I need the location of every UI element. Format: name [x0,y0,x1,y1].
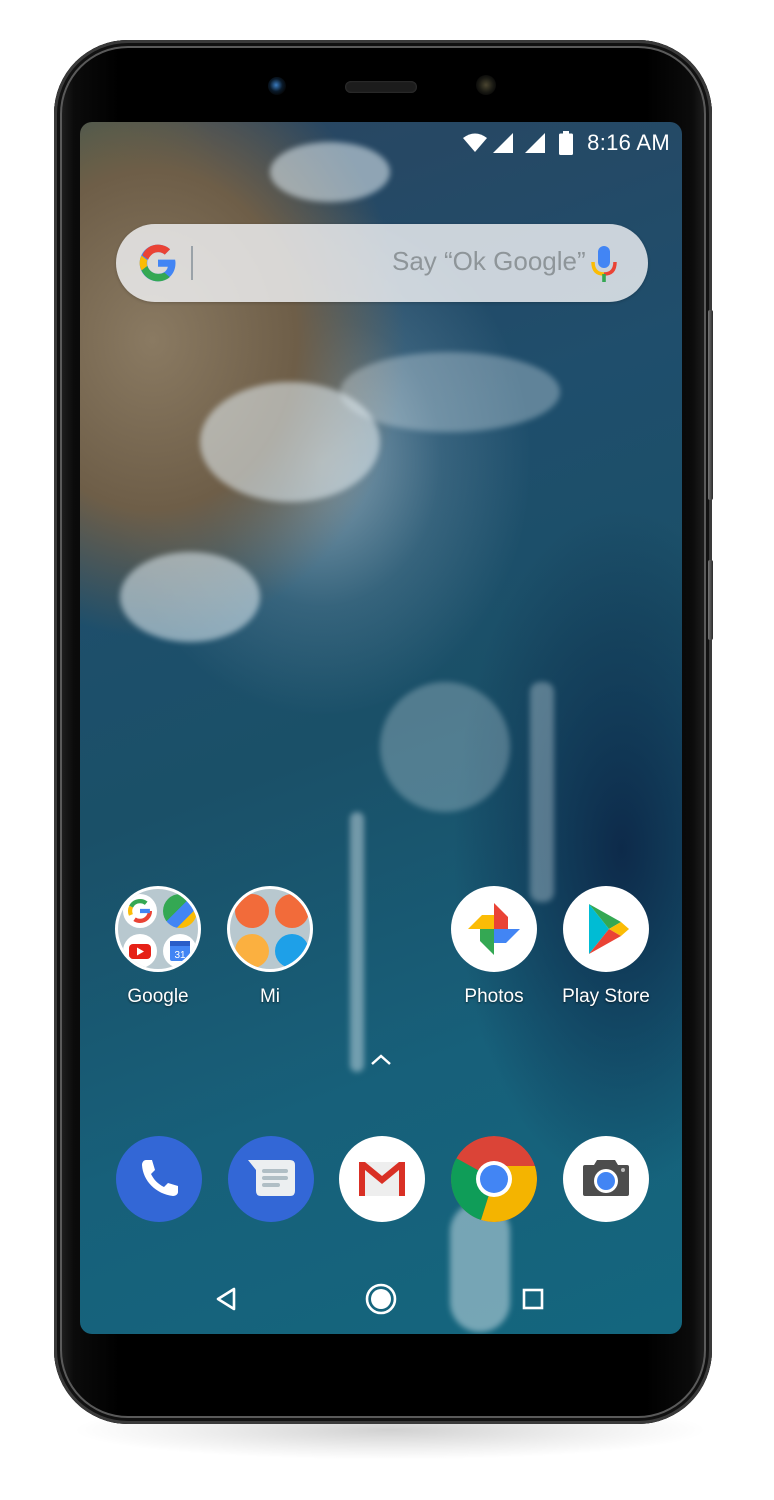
status-bar: 8:16 AM [80,122,682,162]
folder-icon [227,886,313,972]
mi-community-icon [235,894,269,928]
folder-icon: 31 [115,886,201,972]
svg-text:31: 31 [174,950,186,961]
dock-camera[interactable] [563,1136,649,1222]
gmail-icon [359,1162,405,1196]
wifi-icon [463,133,488,152]
app-label: Photos [464,986,524,1007]
play-triangle-icon [563,886,649,972]
file-manager-icon [235,934,269,968]
dock-chrome[interactable] [451,1136,537,1222]
wallpaper-foam [340,352,560,432]
pinwheel-icon [451,886,537,972]
youtube-icon [123,934,157,968]
front-camera [268,77,286,95]
text-cursor [191,246,193,280]
calendar-icon: 31 [163,934,197,968]
google-search-bar[interactable]: Say “Ok Google” [116,224,648,302]
earpiece-speaker [345,81,417,93]
home-screen: 8:16 AM Say “Ok Google” 31 Google Mi Pho… [80,122,682,1334]
recents-icon[interactable] [516,1282,550,1316]
wallpaper-foam [120,552,260,642]
proximity-sensor [476,75,496,95]
app-label: Play Store [562,986,650,1007]
dock-phone[interactable] [116,1136,202,1222]
chrome-icon [451,1136,537,1222]
app-play-store[interactable]: Play Store [546,886,666,1008]
phone-icon [142,1160,178,1196]
folder-google[interactable]: 31 Google [98,886,218,1008]
app-photos[interactable]: Photos [434,886,554,1008]
power-button[interactable] [708,560,713,640]
google-g-icon[interactable] [138,243,178,283]
app-label: Mi [259,986,281,1007]
maps-icon [163,894,197,928]
search-placeholder[interactable]: Say “Ok Google” [392,246,586,277]
clock: 8:16 AM [587,130,670,155]
signal-icon [493,133,514,153]
dock-gmail[interactable] [339,1136,425,1222]
chevron-up-icon[interactable] [369,1052,393,1066]
folder-mi[interactable]: Mi [210,886,330,1008]
signal-icon [525,133,546,153]
volume-button[interactable] [708,310,713,500]
navigation-bar [80,1272,682,1320]
back-icon[interactable] [210,1282,244,1316]
google-g-icon [123,894,157,928]
wallpaper-foam [380,682,510,812]
microphone-icon[interactable] [590,244,618,284]
camera-icon [583,1160,629,1196]
wallpaper-foam [530,682,554,902]
dock-messages[interactable] [228,1136,314,1222]
home-icon[interactable] [364,1282,398,1316]
app-label: Google [127,986,189,1007]
mi-store-icon [275,894,309,928]
mi-remote-icon [275,934,309,968]
battery-icon [559,131,574,155]
message-icon [248,1160,295,1196]
wallpaper-foam [350,812,364,1072]
